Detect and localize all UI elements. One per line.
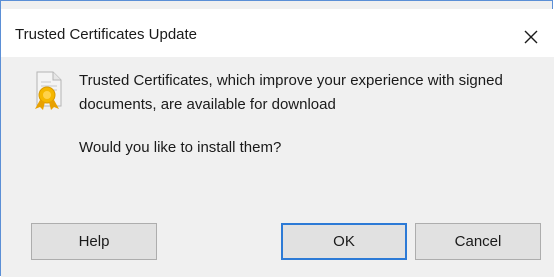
close-button[interactable] — [508, 17, 554, 57]
window-title: Trusted Certificates Update — [15, 26, 198, 43]
question-text: Would you like to install them? — [79, 139, 282, 156]
dialog-content: Trusted Certificates, which improve your… — [1, 57, 554, 277]
cancel-button[interactable]: Cancel — [415, 223, 541, 260]
close-icon — [524, 30, 538, 44]
help-button[interactable]: Help — [31, 223, 157, 260]
certificate-icon — [35, 71, 62, 110]
certificates-dialog: Trusted Certificates Update Trusted Cert… — [0, 0, 554, 277]
message-text: Trusted Certificates, which improve your… — [79, 72, 503, 113]
ok-button[interactable]: OK — [281, 223, 407, 260]
title-bar[interactable]: Trusted Certificates Update — [1, 9, 554, 57]
